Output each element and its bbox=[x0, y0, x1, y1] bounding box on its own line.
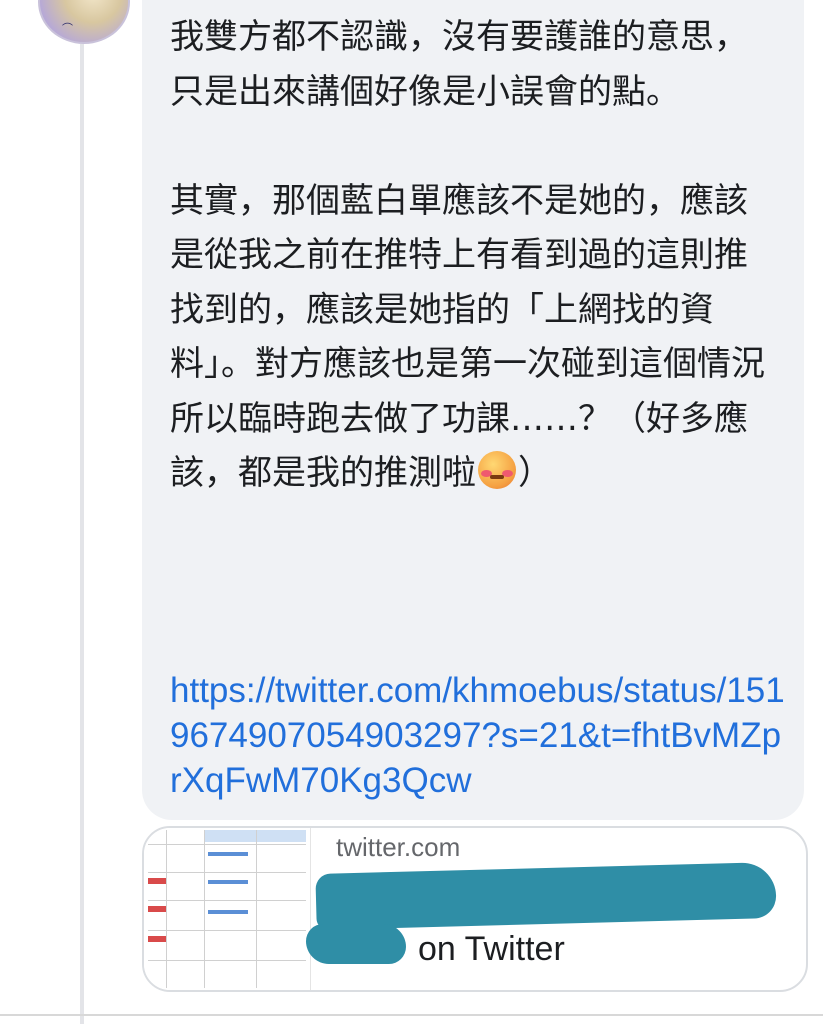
comment-body: 我雙方都不認識，沒有要護誰的意思，只是出來講個好像是小誤會的點。 其實，那個藍白… bbox=[170, 10, 770, 501]
avatar-caption-graphic: ⌒ bbox=[62, 22, 73, 35]
redaction-mark bbox=[315, 861, 777, 931]
bottom-divider bbox=[0, 1014, 823, 1016]
thread-line bbox=[80, 44, 84, 1024]
link-preview-card[interactable]: twitter.com on Twitter bbox=[142, 826, 808, 992]
twitter-link[interactable]: https://twitter.com/khmoebus/status/1519… bbox=[170, 668, 790, 803]
preview-thumbnail bbox=[144, 828, 311, 990]
redaction-mark-small bbox=[306, 924, 406, 964]
commenter-avatar[interactable]: ⌒ bbox=[38, 0, 130, 44]
comment-paragraph-2-text: 其實，那個藍白單應該不是她的，應該是從我之前在推特上有看到過的這則推找到的，應該… bbox=[170, 180, 765, 494]
comment-paragraph-2-end: ） bbox=[518, 453, 552, 493]
comment-spacer bbox=[170, 119, 770, 174]
woozy-face-icon bbox=[478, 451, 516, 489]
comment-paragraph-2: 其實，那個藍白單應該不是她的，應該是從我之前在推特上有看到過的這則推找到的，應該… bbox=[170, 174, 770, 501]
preview-domain: twitter.com bbox=[336, 832, 461, 862]
comment-paragraph-1: 我雙方都不認識，沒有要護誰的意思，只是出來講個好像是小誤會的點。 bbox=[170, 17, 748, 112]
preview-title: on Twitter bbox=[418, 930, 565, 968]
